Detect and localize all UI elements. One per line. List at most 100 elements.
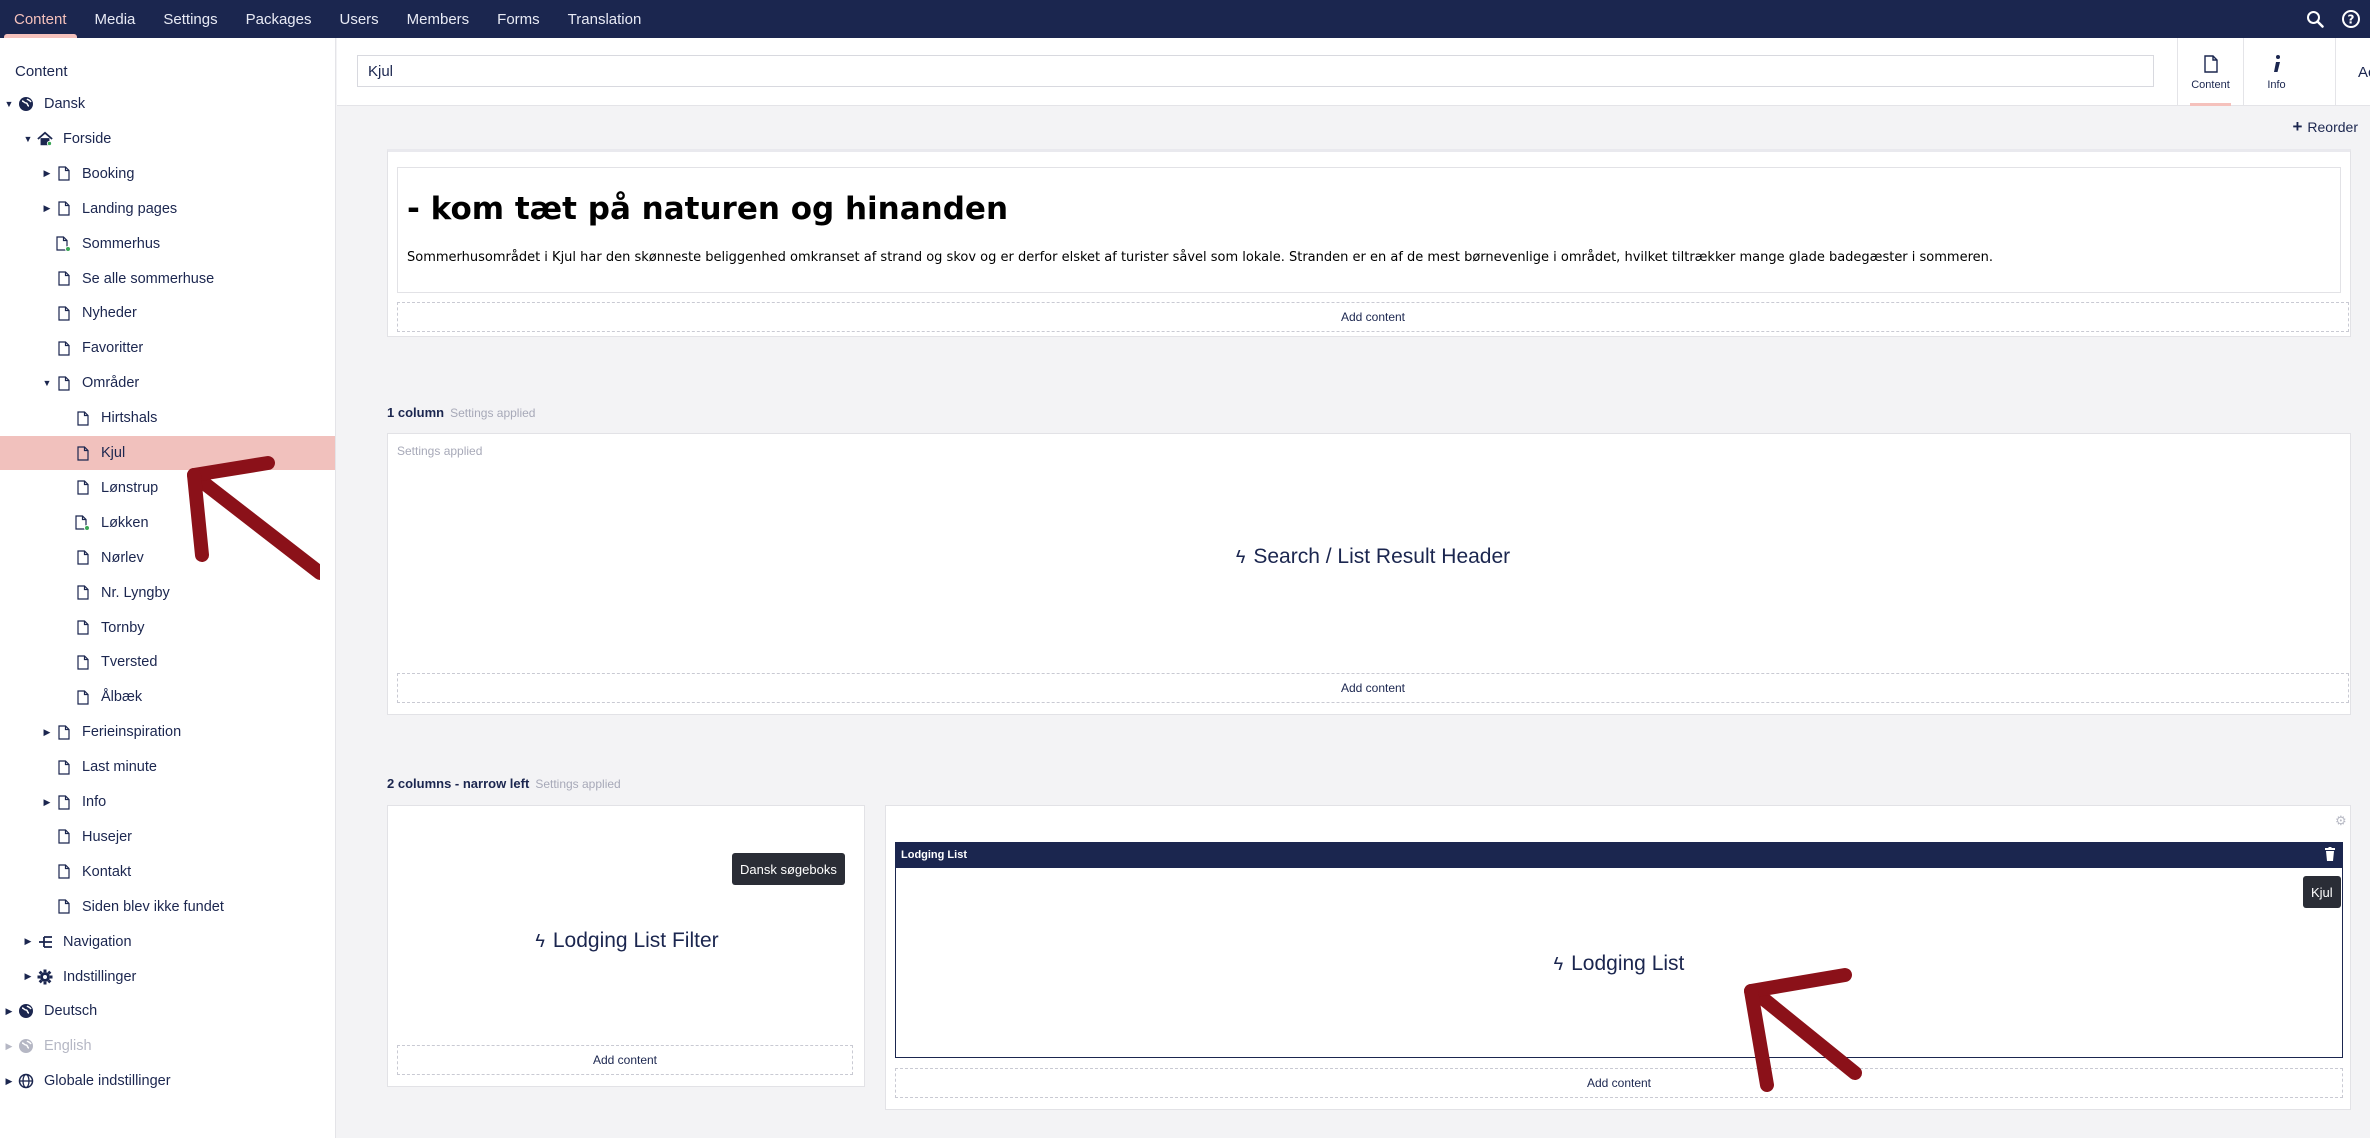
document-icon [75, 653, 91, 671]
document-dot-icon [75, 514, 91, 532]
search-icon[interactable] [2304, 8, 2326, 30]
topnav-item-translation[interactable]: Translation [554, 0, 656, 38]
tree-item-dansk[interactable]: ▼ Dansk [0, 87, 335, 121]
block-title: Lodging List Filter [552, 929, 719, 952]
tree-item-label: Favoritter [82, 340, 144, 357]
tree-item-label: Forside [63, 130, 112, 147]
dansk-sogeboks-tooltip: Dansk søgeboks [732, 853, 845, 885]
tree-item-lønstrup[interactable]: Lønstrup [0, 471, 335, 505]
caret-right-icon[interactable]: ▶ [42, 168, 52, 179]
document-icon [75, 549, 91, 567]
tree-item-label: Områder [82, 375, 140, 392]
caret-right-icon[interactable]: ▶ [4, 1041, 14, 1051]
tree-item-nr-lyngby[interactable]: Nr. Lyngby [0, 576, 335, 610]
caret-down-icon[interactable]: ▼ [23, 134, 33, 144]
tree-item-last-minute[interactable]: Last minute [0, 750, 335, 784]
lodging-list-filter-block[interactable]: ϟ Lodging List Filter [397, 921, 857, 961]
gear-icon[interactable]: ⚙ [2335, 813, 2347, 829]
topnav-item-content[interactable]: Content [0, 0, 81, 38]
tab-info[interactable]: Info [2243, 38, 2309, 106]
trash-icon[interactable] [2325, 847, 2335, 864]
tree-item-label: Ålbæk [101, 689, 143, 706]
caret-right-icon[interactable]: ▶ [23, 971, 33, 982]
block-title: Search / List Result Header [1253, 545, 1511, 568]
tree-item-label: Husejer [82, 828, 132, 845]
tree-item-landing-pages[interactable]: ▶ Landing pages [0, 192, 335, 226]
tree-item-nørlev[interactable]: Nørlev [0, 541, 335, 575]
document-icon [56, 758, 72, 776]
tree-item-se-alle-sommerhuse[interactable]: Se alle sommerhuse [0, 262, 335, 296]
caret-right-icon[interactable]: ▶ [23, 936, 33, 947]
tree-item-info[interactable]: ▶ Info [0, 785, 335, 819]
block-title: Lodging List [1571, 952, 1685, 975]
tree-item-sommerhus[interactable]: Sommerhus [0, 227, 335, 261]
tab-content[interactable]: Content [2177, 38, 2243, 106]
tree-item-områder[interactable]: ▼ Områder [0, 366, 335, 400]
topnav-item-settings[interactable]: Settings [149, 0, 231, 38]
tree-item-label: Info [82, 794, 107, 810]
tree-item-label: Indstillinger [63, 968, 137, 985]
tree-item-label: Deutsch [44, 1003, 98, 1020]
settings-applied-tag: Settings applied [535, 777, 621, 791]
inner-settings-label: Settings applied [397, 443, 482, 458]
tree-item-siden-blev-ikke-fundet[interactable]: Siden blev ikke fundet [0, 890, 335, 924]
world-icon [18, 1072, 34, 1090]
document-icon [56, 270, 72, 288]
add-content-button[interactable]: Add content [397, 302, 2349, 332]
tree-item-tversted[interactable]: Tversted [0, 645, 335, 679]
caret-right-icon[interactable]: ▶ [4, 1076, 14, 1086]
tree-item-forside[interactable]: ▼ Forside [0, 122, 335, 156]
tree-item-kontakt[interactable]: Kontakt [0, 855, 335, 889]
actions-button[interactable]: Actio [2335, 38, 2370, 106]
topnav-item-packages[interactable]: Packages [232, 0, 326, 38]
tree-item-favoritter[interactable]: Favoritter [0, 331, 335, 365]
caret-right-icon[interactable]: ▶ [4, 1006, 14, 1016]
row-label-text: 1 column [387, 405, 445, 420]
add-content-button[interactable]: Add content [895, 1068, 2343, 1098]
caret-down-icon[interactable]: ▼ [42, 378, 52, 388]
tree-item-kjul[interactable]: Kjul [0, 436, 335, 470]
document-icon [75, 479, 91, 497]
tree-item-ålbæk[interactable]: Ålbæk [0, 680, 335, 714]
caret-down-icon[interactable]: ▼ [4, 99, 14, 109]
caret-right-icon[interactable]: ▶ [42, 797, 52, 807]
topnav-item-users[interactable]: Users [325, 0, 392, 38]
search-list-result-header-block[interactable]: ϟ Search / List Result Header [397, 537, 2349, 577]
caret-right-icon[interactable]: ▶ [42, 203, 52, 214]
tree-item-english[interactable]: ▶ English [0, 1029, 335, 1063]
lodging-list-block-header[interactable]: Lodging List [895, 842, 2343, 868]
node-name-input[interactable] [357, 55, 2154, 87]
add-content-button[interactable]: Add content [397, 1045, 853, 1075]
topnav-item-members[interactable]: Members [393, 0, 484, 38]
content-tree-sidebar: Content ▼ Dansk ▼ Forside ▶ Booking ▶ Landing p… [0, 38, 336, 1138]
tree-item-navigation[interactable]: ▶ Navigation [0, 925, 335, 959]
tree-item-deutsch[interactable]: ▶ Deutsch [0, 994, 335, 1028]
bolt-icon: ϟ [1235, 546, 1246, 567]
tree-item-hirtshals[interactable]: Hirtshals [0, 401, 335, 435]
help-icon[interactable]: ? [2340, 8, 2362, 30]
text-block[interactable] [397, 167, 2341, 293]
caret-right-icon [61, 623, 71, 633]
tree-item-globale-indstillinger[interactable]: ▶ Globale indstillinger [0, 1064, 335, 1098]
topnav-item-forms[interactable]: Forms [483, 0, 554, 38]
tree-item-label: Navigation [63, 933, 132, 950]
document-icon [2203, 53, 2218, 75]
tree-item-ferieinspiration[interactable]: ▶ Ferieinspiration [0, 715, 335, 749]
topnav-item-media[interactable]: Media [81, 0, 150, 38]
add-content-button[interactable]: Add content [397, 673, 2349, 703]
tree-item-husejer[interactable]: Husejer [0, 820, 335, 854]
tree-item-tornby[interactable]: Tornby [0, 611, 335, 645]
caret-right-icon [42, 762, 52, 772]
caret-right-icon [42, 902, 52, 912]
caret-right-icon [42, 867, 52, 877]
top-icons: ? [2304, 0, 2362, 38]
tree-item-booking[interactable]: ▶ Booking [0, 157, 335, 191]
tree-item-label: Tversted [101, 654, 158, 671]
tree-item-løkken[interactable]: Løkken [0, 506, 335, 540]
reorder-button[interactable]: + Reorder [2292, 117, 2358, 137]
tree-item-nyheder[interactable]: Nyheder [0, 296, 335, 330]
document-icon [56, 898, 72, 916]
tree-item-indstillinger[interactable]: ▶ Indstillinger [0, 960, 335, 994]
caret-right-icon[interactable]: ▶ [42, 727, 52, 737]
caret-right-icon [61, 553, 71, 563]
